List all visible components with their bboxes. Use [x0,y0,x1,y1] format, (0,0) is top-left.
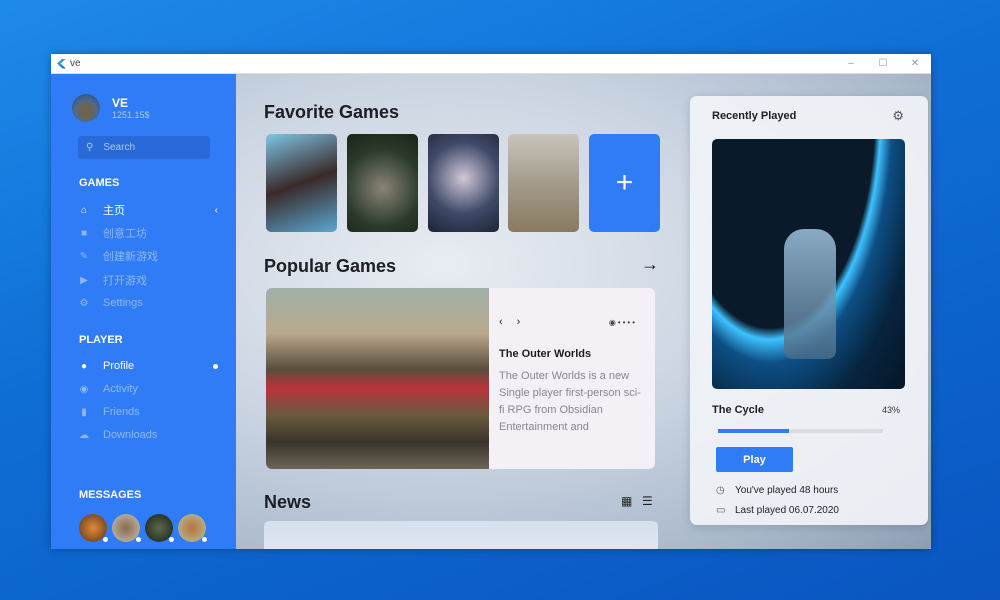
message-avatar[interactable] [145,514,174,542]
sidebar-item-label: Downloads [103,429,158,441]
popular-game-description: The Outer Worlds is a new Single player … [499,370,641,433]
sidebar-item-label: Settings [103,297,143,309]
gear-icon[interactable]: ⚙ [892,108,904,124]
maximize-button[interactable]: ☐ [867,58,899,69]
favorite-games-title: Favorite Games [264,102,400,122]
window-title: ve [70,58,81,69]
game-cover[interactable] [712,139,905,389]
active-indicator [213,363,218,369]
chevron-left-icon[interactable]: ‹ [499,316,503,328]
games-section-title: GAMES [79,177,120,189]
play-icon: ▶ [80,274,88,286]
plus-icon: + [615,166,634,199]
grid-view-icon[interactable]: ▦ [621,494,632,508]
gear-icon: ⚙ [79,297,89,309]
favorite-game-card[interactable] [266,134,337,232]
chat-icon: ▮ [81,406,87,418]
sidebar-item-label: 打开游戏 [103,275,147,287]
recently-played-panel: Recently Played ⚙ The Cycle 43% Play ◷ Yo… [690,96,928,525]
user-name: VE [112,96,129,110]
cloud-download-icon: ☁ [79,429,89,441]
sidebar-item-profile[interactable]: ● Profile [78,358,218,374]
sidebar-item-home[interactable]: ⌂ 主页 ‹ [78,202,218,218]
sidebar-item-friends[interactable]: ▮ Friends [78,404,218,420]
favorite-game-card[interactable] [428,134,499,232]
favorite-game-card[interactable] [347,134,418,232]
sidebar-item-label: Activity [103,383,138,395]
favorite-game-card[interactable] [508,134,579,232]
progress-label: 43% [881,405,900,415]
sidebar: VE 1251.15$ ⚲ Search GAMES ⌂ 主页 ‹ ■ 创意工坊 ✎ 创… [51,74,236,549]
popular-game-carousel: ‹ › ◉•••• The Outer Worlds The Outer Worl… [266,288,655,469]
popular-games-title: Popular Games [264,256,397,276]
search-icon: ⚲ [86,142,94,153]
sidebar-item-settings[interactable]: ⚙ Settings [78,295,218,311]
main-content: Favorite Games + Popular Games → ‹ › ◉•••… [236,74,931,549]
carousel-page-indicator[interactable]: ◉•••• [609,318,637,327]
person-icon: ● [80,360,88,372]
sidebar-item-label: Profile [103,360,135,372]
game-name: The Cycle [712,404,764,416]
recently-played-title: Recently Played [712,110,797,122]
news-title: News [264,492,312,512]
messages-section-title: MESSAGES [79,489,142,501]
message-avatars [79,514,207,542]
message-avatar[interactable] [112,514,141,542]
player-section-title: PLAYER [79,334,123,346]
avatar[interactable] [72,94,100,122]
played-hours: ◷ You've played 48 hours [716,485,838,496]
sidebar-item-downloads[interactable]: ☁ Downloads [78,427,218,443]
calendar-icon: ▭ [716,505,726,516]
user-profile[interactable]: VE 1251.15$ [72,94,150,122]
last-played: ▭ Last played 06.07.2020 [716,505,839,516]
close-button[interactable]: ✕ [899,58,931,69]
chevron-left-icon: ‹ [214,204,218,216]
sidebar-item-label: 主页 [103,205,125,217]
chevron-right-icon[interactable]: › [517,316,521,328]
popular-game-title: The Outer Worlds [499,348,592,360]
add-favorite-button[interactable]: + [589,134,660,232]
popular-game-image[interactable] [266,288,489,469]
played-hours-text: You've played 48 hours [735,485,839,496]
search-input[interactable]: ⚲ Search [78,136,210,159]
sidebar-item-label: 创意工坊 [103,228,147,240]
sidebar-item-label: 创建新游戏 [103,251,158,263]
sidebar-item-label: Friends [103,406,140,418]
astronaut-image [784,229,836,359]
sidebar-item-open-game[interactable]: ▶ 打开游戏 [78,272,218,288]
news-card[interactable] [264,521,658,549]
minimize-button[interactable]: – [835,58,867,69]
sidebar-item-workshop[interactable]: ■ 创意工坊 [78,225,218,241]
progress-fill [718,429,789,433]
search-placeholder: Search [103,142,136,153]
clock-icon: ◷ [716,485,725,496]
title-bar: ve – ☐ ✕ [51,54,931,74]
sidebar-item-activity[interactable]: ◉ Activity [78,381,218,397]
arrow-right-icon[interactable]: → [641,254,659,275]
message-avatar[interactable] [79,514,108,542]
user-balance: 1251.15$ [112,110,150,120]
app-window: ve – ☐ ✕ VE 1251.15$ ⚲ Search GAMES ⌂ 主页 ‹… [51,54,931,549]
message-avatar[interactable] [178,514,207,542]
progress-bar [718,429,883,433]
last-played-text: Last played 06.07.2020 [735,505,839,516]
play-button[interactable]: Play [716,447,793,472]
briefcase-icon: ■ [80,227,88,239]
list-view-icon[interactable]: ☰ [642,494,653,508]
target-icon: ◉ [79,383,89,395]
sidebar-item-create-game[interactable]: ✎ 创建新游戏 [78,248,218,264]
home-icon: ⌂ [80,204,88,216]
flutter-logo-icon [57,58,66,69]
pencil-icon: ✎ [79,250,89,262]
